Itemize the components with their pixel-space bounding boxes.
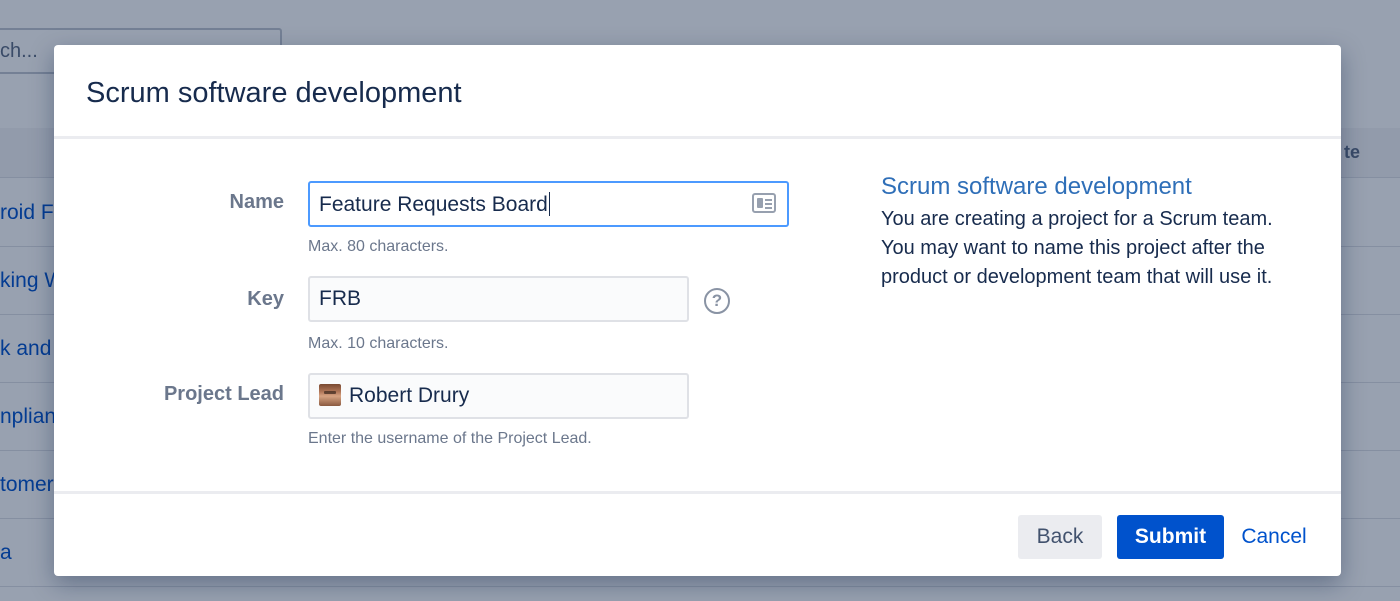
key-input[interactable]: FRB xyxy=(308,276,689,322)
dialog-header: Scrum software development xyxy=(54,45,1341,139)
name-input[interactable]: Feature Requests Board xyxy=(308,181,789,227)
avatar xyxy=(319,384,341,406)
dialog-footer: Back Submit Cancel xyxy=(54,491,1341,576)
dialog-title: Scrum software development xyxy=(86,77,462,109)
info-title: Scrum software development xyxy=(881,173,1192,200)
help-icon[interactable]: ? xyxy=(704,288,730,314)
key-input-value: FRB xyxy=(319,287,361,310)
project-lead-label: Project Lead xyxy=(163,383,284,405)
contact-card-icon xyxy=(752,193,776,213)
name-label: Name xyxy=(229,191,284,213)
back-button[interactable]: Back xyxy=(1018,515,1102,559)
name-input-value: Feature Requests Board xyxy=(319,193,548,216)
key-label: Key xyxy=(247,288,284,310)
submit-button[interactable]: Submit xyxy=(1117,515,1224,559)
cancel-link[interactable]: Cancel xyxy=(1234,515,1314,559)
project-lead-picker[interactable]: Robert Drury xyxy=(308,373,689,419)
project-lead-value: Robert Drury xyxy=(349,384,470,407)
create-project-dialog: Scrum software development Name Feature … xyxy=(54,45,1341,576)
key-hint: Max. 10 characters. xyxy=(308,335,449,352)
project-lead-hint: Enter the username of the Project Lead. xyxy=(308,430,592,447)
text-caret xyxy=(548,192,550,216)
name-hint: Max. 80 characters. xyxy=(308,238,449,255)
info-description: You are creating a project for a Scrum t… xyxy=(881,208,1273,288)
